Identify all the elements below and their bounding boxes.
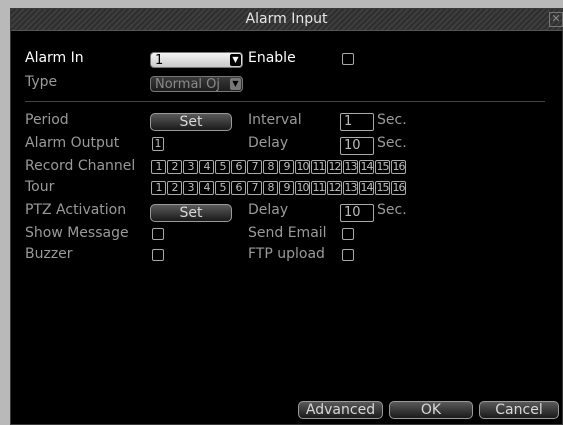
buzzer-checkbox[interactable] xyxy=(152,249,164,261)
tour-channel-box[interactable]: 2 xyxy=(167,181,182,195)
ftp-upload-label: FTP upload xyxy=(248,246,325,262)
interval-label: Interval xyxy=(248,112,302,128)
send-email-label: Send Email xyxy=(248,225,327,241)
tour-channel-box[interactable]: 11 xyxy=(311,181,326,195)
alarm-input-dialog: Alarm Input ✕ Alarm In 1 ▼ Enable Type N… xyxy=(10,8,563,425)
record-channel-box[interactable]: 2 xyxy=(167,160,182,174)
tour-channel-box[interactable]: 9 xyxy=(279,181,294,195)
type-select[interactable]: Normal Oj ▼ xyxy=(150,76,243,92)
show-message-checkbox[interactable] xyxy=(152,228,164,240)
record-channel-box[interactable]: 3 xyxy=(183,160,198,174)
record-channel-box[interactable]: 14 xyxy=(359,160,374,174)
record-channel-box[interactable]: 16 xyxy=(391,160,406,174)
tour-channel-box[interactable]: 5 xyxy=(215,181,230,195)
divider xyxy=(25,101,545,102)
tour-channel-box[interactable]: 1 xyxy=(151,181,166,195)
record-channel-box[interactable]: 5 xyxy=(215,160,230,174)
interval-unit: Sec. xyxy=(377,112,407,128)
record-channel-box[interactable]: 4 xyxy=(199,160,214,174)
chevron-down-icon: ▼ xyxy=(230,78,241,90)
cancel-button[interactable]: Cancel xyxy=(479,401,559,419)
tour-channel-box[interactable]: 13 xyxy=(343,181,358,195)
buzzer-label: Buzzer xyxy=(25,246,73,262)
record-channel-box[interactable]: 9 xyxy=(279,160,294,174)
alarm-output-channel-1[interactable]: 1 xyxy=(152,137,164,151)
record-channel-label: Record Channel xyxy=(25,158,136,174)
show-message-label: Show Message xyxy=(25,225,129,241)
record-channel-box[interactable]: 7 xyxy=(247,160,262,174)
alarm-in-label: Alarm In xyxy=(25,50,84,66)
alarm-in-value: 1 xyxy=(155,53,164,68)
record-channel-box[interactable]: 13 xyxy=(343,160,358,174)
alarm-output-label: Alarm Output xyxy=(25,135,120,151)
type-value: Normal Oj xyxy=(155,77,221,92)
chevron-down-icon: ▼ xyxy=(230,54,241,66)
alarm-in-select[interactable]: 1 ▼ xyxy=(150,52,243,68)
period-label: Period xyxy=(25,112,69,128)
tour-channel-box[interactable]: 3 xyxy=(183,181,198,195)
tour-channel-box[interactable]: 6 xyxy=(231,181,246,195)
record-channel-box[interactable]: 15 xyxy=(375,160,390,174)
type-label: Type xyxy=(25,74,58,90)
period-set-button[interactable]: Set xyxy=(150,113,232,131)
ptz-set-button[interactable]: Set xyxy=(150,204,232,222)
advanced-button[interactable]: Advanced xyxy=(298,401,383,419)
delay-unit: Sec. xyxy=(377,135,407,151)
record-channel-box[interactable]: 10 xyxy=(295,160,310,174)
record-channel-grid: 1 2 3 4 5 6 7 8 9 10 11 12 13 14 15 16 xyxy=(151,160,407,174)
tour-channel-grid: 1 2 3 4 5 6 7 8 9 10 11 12 13 14 15 16 xyxy=(151,181,407,195)
interval-input[interactable]: 1 xyxy=(340,113,374,131)
tour-channel-box[interactable]: 15 xyxy=(375,181,390,195)
record-channel-box[interactable]: 11 xyxy=(311,160,326,174)
tour-channel-box[interactable]: 16 xyxy=(391,181,406,195)
enable-label: Enable xyxy=(248,50,296,66)
tour-channel-box[interactable]: 10 xyxy=(295,181,310,195)
delay-input-2[interactable]: 10 xyxy=(340,204,374,222)
tour-channel-box[interactable]: 8 xyxy=(263,181,278,195)
delay-unit-2: Sec. xyxy=(377,202,407,218)
delay-input[interactable]: 10 xyxy=(340,137,374,155)
record-channel-box[interactable]: 1 xyxy=(151,160,166,174)
record-channel-box[interactable]: 12 xyxy=(327,160,342,174)
tour-channel-box[interactable]: 14 xyxy=(359,181,374,195)
tour-channel-box[interactable]: 4 xyxy=(199,181,214,195)
tour-channel-box[interactable]: 12 xyxy=(327,181,342,195)
ptz-activation-label: PTZ Activation xyxy=(25,202,127,218)
record-channel-box[interactable]: 8 xyxy=(263,160,278,174)
ok-button[interactable]: OK xyxy=(389,401,473,419)
delay-label: Delay xyxy=(248,135,289,151)
tour-label: Tour xyxy=(25,179,55,195)
tour-channel-box[interactable]: 7 xyxy=(247,181,262,195)
send-email-checkbox[interactable] xyxy=(342,228,354,240)
ftp-upload-checkbox[interactable] xyxy=(342,249,354,261)
delay-label-2: Delay xyxy=(248,202,289,218)
enable-checkbox[interactable] xyxy=(342,53,354,65)
dialog-title: Alarm Input xyxy=(245,11,328,27)
close-icon[interactable]: ✕ xyxy=(549,12,563,27)
record-channel-box[interactable]: 6 xyxy=(231,160,246,174)
title-bar: Alarm Input ✕ xyxy=(11,9,563,31)
